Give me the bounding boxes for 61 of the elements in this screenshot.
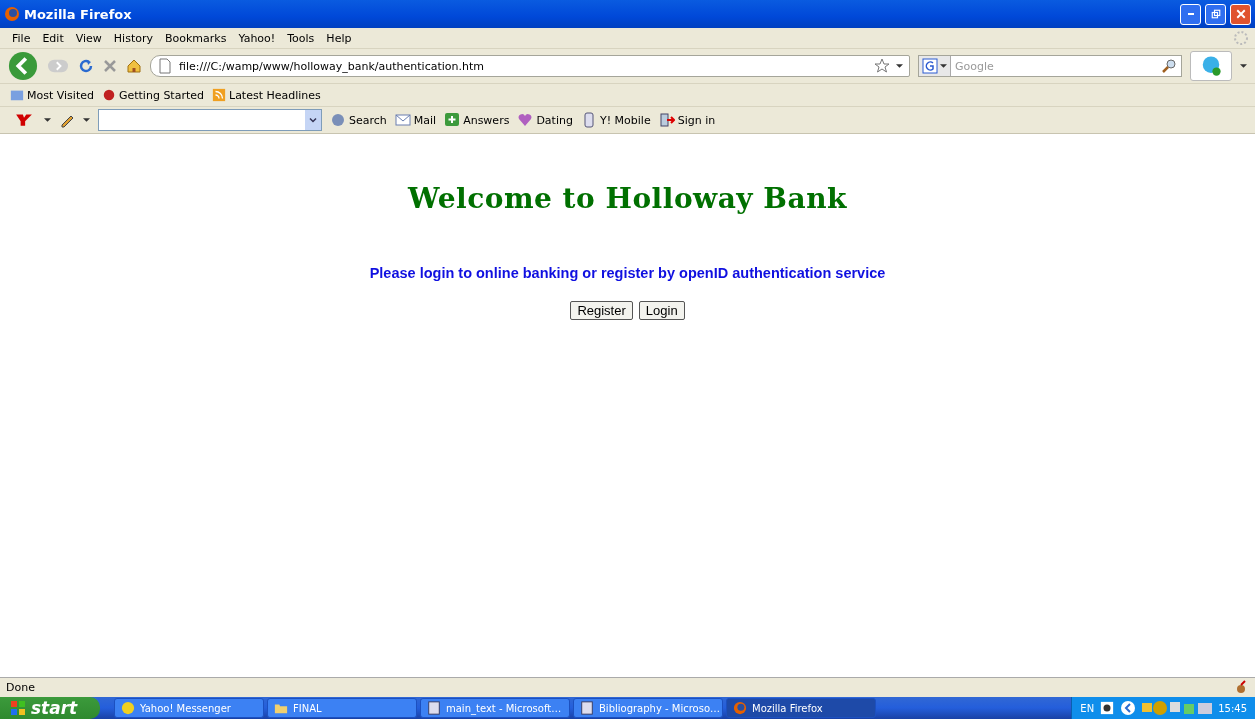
status-text: Done <box>6 681 35 694</box>
menu-item[interactable]: History <box>107 31 159 45</box>
reload-icon <box>78 58 94 74</box>
menu-item[interactable]: Tools <box>281 31 321 45</box>
rss-icon <box>212 88 226 102</box>
bookmark-link[interactable]: Most Visited <box>10 88 94 102</box>
menu-item[interactable]: Help <box>320 31 358 45</box>
throbber-icon <box>1233 30 1249 46</box>
door-icon <box>658 112 675 128</box>
stop-icon <box>102 58 118 74</box>
taskbar-button[interactable]: Bibliography - Microso… <box>573 698 723 718</box>
toolbar-button[interactable]: Mail <box>394 112 437 128</box>
windows-logo-icon <box>10 700 26 716</box>
tray-icons-drawing <box>1142 700 1213 716</box>
minimize-button[interactable] <box>1180 3 1201 25</box>
window-title: Mozilla Firefox <box>24 6 133 22</box>
star-icon <box>874 58 890 74</box>
taskbar-button[interactable]: Yahoo! Messenger <box>114 698 264 718</box>
back-button-icon <box>8 51 38 81</box>
home-icon <box>126 58 142 74</box>
menu-item[interactable]: Yahoo! <box>232 31 282 45</box>
bookmark-link[interactable]: Getting Started <box>101 88 204 102</box>
close-button[interactable] <box>1230 3 1251 25</box>
instruction-text: Please login to online banking or register by openID authentication service <box>369 265 886 281</box>
toolbar-button[interactable]: Answers <box>444 112 510 128</box>
taskbar-button[interactable]: Mozilla Firefox <box>726 698 876 718</box>
toolbar-button[interactable]: Dating <box>517 112 573 128</box>
toolbar-button[interactable]: Y! Mobile <box>580 112 651 128</box>
menu-item[interactable]: File <box>6 31 37 45</box>
document-icon <box>580 701 594 715</box>
restore-button[interactable] <box>1205 3 1226 25</box>
page-heading: Welcome to Holloway Bank <box>408 182 847 215</box>
form-button[interactable]: Login <box>638 301 685 320</box>
minimize-icon <box>1187 13 1194 15</box>
speech-bubble-icon <box>444 112 461 128</box>
close-icon <box>1234 8 1247 20</box>
restore-icon <box>1209 8 1222 20</box>
google-g-icon <box>922 58 938 74</box>
chevron-icon <box>1120 700 1137 716</box>
yahoo-search-field[interactable] <box>98 109 322 131</box>
caret-icon <box>44 118 51 122</box>
toolbar-button[interactable]: Sign in <box>658 112 716 128</box>
caret-icon <box>940 64 947 68</box>
toolbar-button[interactable]: Search <box>330 112 387 128</box>
page-icon <box>157 58 173 74</box>
caret-icon <box>1240 64 1247 68</box>
document-icon <box>427 701 441 715</box>
caret-icon <box>83 118 90 122</box>
heart-icon <box>517 112 534 128</box>
menu-item[interactable]: View <box>69 31 108 45</box>
caret-icon <box>896 64 903 68</box>
bookmark-link[interactable]: Latest Headlines <box>212 88 321 102</box>
form-button[interactable]: Register <box>570 301 633 320</box>
url-field[interactable]: file:///C:/wamp/www/holloway_bank/authentication.htm <box>150 55 910 77</box>
menu-item[interactable]: Bookmarks <box>159 31 233 45</box>
envelope-icon <box>394 112 411 128</box>
taskbar-button[interactable]: FINAL <box>267 698 417 718</box>
clock: 15:45 <box>1218 702 1247 714</box>
start-button[interactable]: start <box>0 697 100 719</box>
taskbar-button[interactable]: main_text - Microsoft… <box>420 698 570 718</box>
menu-item[interactable]: Edit <box>36 31 70 45</box>
